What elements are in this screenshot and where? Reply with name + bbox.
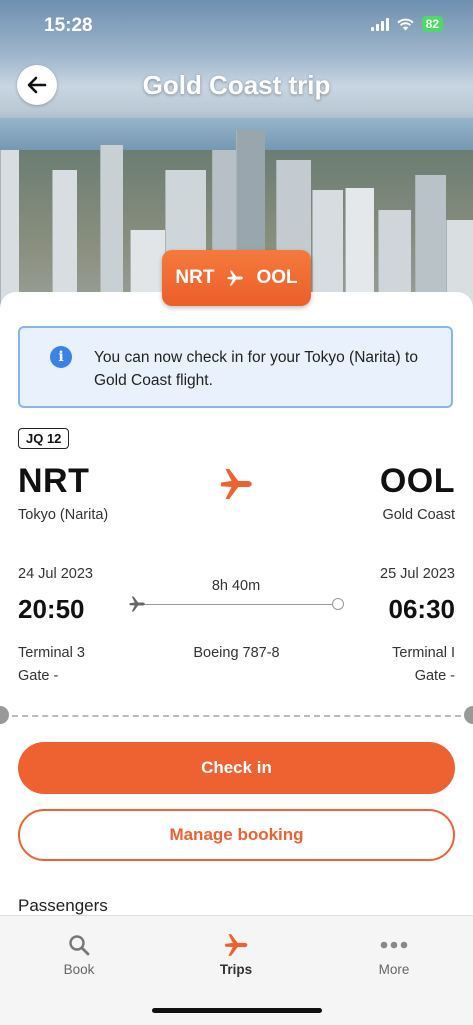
search-icon	[69, 935, 90, 956]
battery-level: 82	[421, 16, 443, 32]
tab-trips-label: Trips	[219, 962, 253, 977]
home-indicator	[152, 1008, 322, 1013]
destination-code: OOL	[379, 462, 455, 500]
ticket-divider	[12, 715, 461, 717]
route-to: OOL	[256, 267, 298, 288]
signal-icon	[370, 17, 389, 31]
route-tag: NRT OOL	[162, 250, 311, 306]
origin-code: NRT	[18, 462, 90, 500]
arrival-time: 06:30	[388, 594, 456, 624]
plane-icon	[227, 270, 244, 286]
info-icon: i	[50, 346, 72, 368]
flight-duration: 8h 40m	[211, 578, 261, 594]
aircraft-type: Boeing 787-8	[193, 645, 280, 661]
status-time: 15:28	[44, 15, 93, 36]
destination-dot	[332, 598, 344, 610]
tab-book-label: Book	[63, 962, 95, 977]
passengers-heading: Passengers	[18, 896, 108, 915]
check-in-button[interactable]: Check in	[18, 742, 455, 794]
page-title: Gold Coast trip	[142, 70, 331, 100]
plane-icon	[221, 469, 252, 499]
flight-number-badge: JQ 12	[18, 428, 70, 449]
wifi-icon	[396, 18, 414, 30]
departure-terminal: Terminal 3	[18, 645, 85, 661]
arrival-terminal: Terminal I	[392, 645, 455, 661]
tab-more[interactable]: More	[349, 932, 439, 977]
more-icon	[380, 941, 408, 949]
origin-city: Tokyo (Narita)	[18, 507, 109, 523]
tab-more-label: More	[378, 962, 410, 977]
departure-time: 20:50	[18, 594, 85, 624]
plane-icon	[225, 934, 248, 956]
plane-icon	[129, 596, 145, 612]
tab-trips[interactable]: Trips	[191, 932, 281, 977]
arrival-gate: Gate -	[414, 668, 455, 684]
check-in-notice: i You can now check in for your Tokyo (N…	[18, 326, 453, 408]
notice-text: You can now check in for your Tokyo (Nar…	[94, 349, 418, 389]
status-indicators: 82	[370, 16, 443, 32]
flight-progress-line	[136, 604, 341, 605]
tab-book[interactable]: Book	[34, 932, 124, 977]
route-from: NRT	[175, 267, 215, 288]
arrival-date: 25 Jul 2023	[380, 566, 455, 582]
destination-city: Gold Coast	[382, 507, 455, 523]
manage-booking-button[interactable]: Manage booking	[18, 809, 455, 861]
departure-gate: Gate -	[18, 668, 59, 684]
departure-date: 24 Jul 2023	[18, 566, 93, 582]
